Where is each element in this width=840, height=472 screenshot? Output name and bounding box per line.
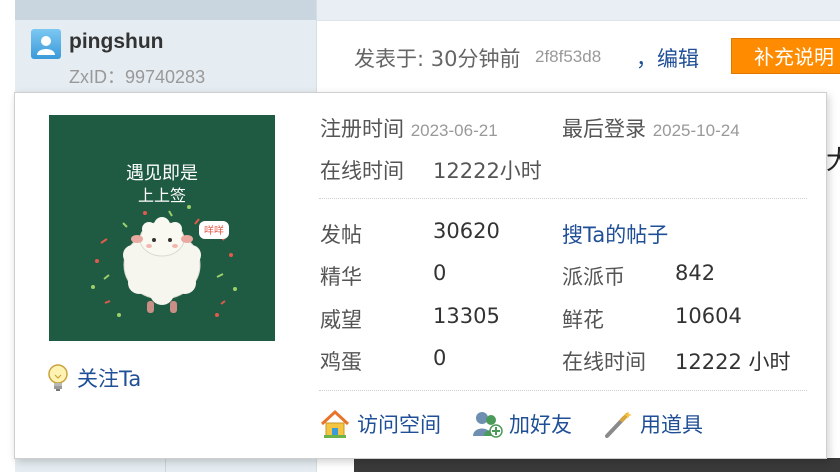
card-actions: 访问空间 加好友 用道具: [319, 409, 733, 439]
register-info: 注册时间 2023-06-21: [320, 113, 498, 143]
eggs-label: 鸡蛋: [320, 350, 362, 374]
username-link[interactable]: pingshun: [69, 30, 163, 54]
online-time-info: 在线时间: [320, 155, 404, 185]
last-login-info: 最后登录 2025-10-24: [562, 113, 740, 143]
prestige-value: 13305: [433, 304, 500, 328]
author-column-topbar: [15, 0, 316, 20]
post-hash: 2f8f53d8: [535, 47, 602, 66]
lightbulb-icon: [48, 364, 68, 391]
online-time-label: 在线时间: [320, 159, 404, 183]
post-content-peek: 大: [826, 146, 840, 176]
user-zxid: ZxID：99740283: [69, 67, 206, 87]
user-avatar-small[interactable]: [31, 29, 61, 59]
prestige-label: 威望: [320, 308, 362, 332]
online-time2-value: 12222 小时: [675, 350, 791, 374]
posts-value: 30620: [433, 219, 500, 243]
divider-bottom: [319, 390, 807, 391]
online-time-value: 12222小时: [433, 159, 542, 183]
register-label: 注册时间: [320, 117, 404, 141]
coins-label: 派派币: [562, 265, 625, 289]
flowers-label: 鲜花: [562, 308, 604, 332]
divider-top: [319, 198, 807, 199]
digest-value: 0: [433, 261, 447, 285]
house-icon: [320, 409, 350, 438]
visit-space-label: 访问空间: [357, 413, 441, 437]
use-item-link[interactable]: 用道具: [602, 409, 703, 439]
eggs-value: 0: [433, 346, 447, 370]
avatar-text-line2: 上上签: [138, 186, 186, 205]
use-item-label: 用道具: [640, 413, 703, 437]
flowers-value: 10604: [675, 304, 742, 328]
add-friend-icon: [473, 412, 503, 438]
last-login-date: 2025-10-24: [652, 121, 740, 140]
online-time2-label: 在线时间: [562, 350, 646, 374]
sheep-avatar-illustration: 咩咩 遇见即是 上上签: [91, 163, 237, 317]
posts-label: 发帖: [320, 223, 362, 247]
user-silhouette-icon: [37, 36, 55, 55]
edit-link[interactable]: ，编辑: [636, 43, 699, 73]
register-date: 2023-06-21: [410, 121, 498, 140]
digest-label: 精华: [320, 265, 362, 289]
author-footer-divider: [165, 458, 166, 472]
user-avatar-large[interactable]: 咩咩 遇见即是 上上签: [49, 115, 275, 341]
add-friend-label: 加好友: [509, 413, 572, 437]
last-login-label: 最后登录: [562, 117, 646, 141]
user-info-popup: 咩咩 遇见即是 上上签 关注Ta 注册时间 2023-06-21 最后登录 20…: [14, 92, 827, 459]
search-posts-link[interactable]: 搜Ta的帖子: [562, 219, 668, 249]
author-footer: [15, 458, 316, 472]
follow-button[interactable]: 关注Ta: [47, 363, 141, 393]
add-friend-link[interactable]: 加好友: [471, 409, 572, 439]
post-time: 发表于: 30分钟前: [354, 47, 521, 71]
magic-wand-icon: [605, 411, 632, 438]
supplement-button[interactable]: 补充说明: [731, 38, 840, 74]
post-image-strip: [354, 458, 840, 472]
post-column-topbar: [317, 0, 840, 21]
avatar-badge-text: 咩咩: [204, 224, 224, 237]
avatar-text-line1: 遇见即是: [126, 163, 198, 184]
visit-space-link[interactable]: 访问空间: [319, 409, 441, 439]
coins-value: 842: [675, 261, 716, 285]
follow-label: 关注Ta: [77, 367, 142, 391]
